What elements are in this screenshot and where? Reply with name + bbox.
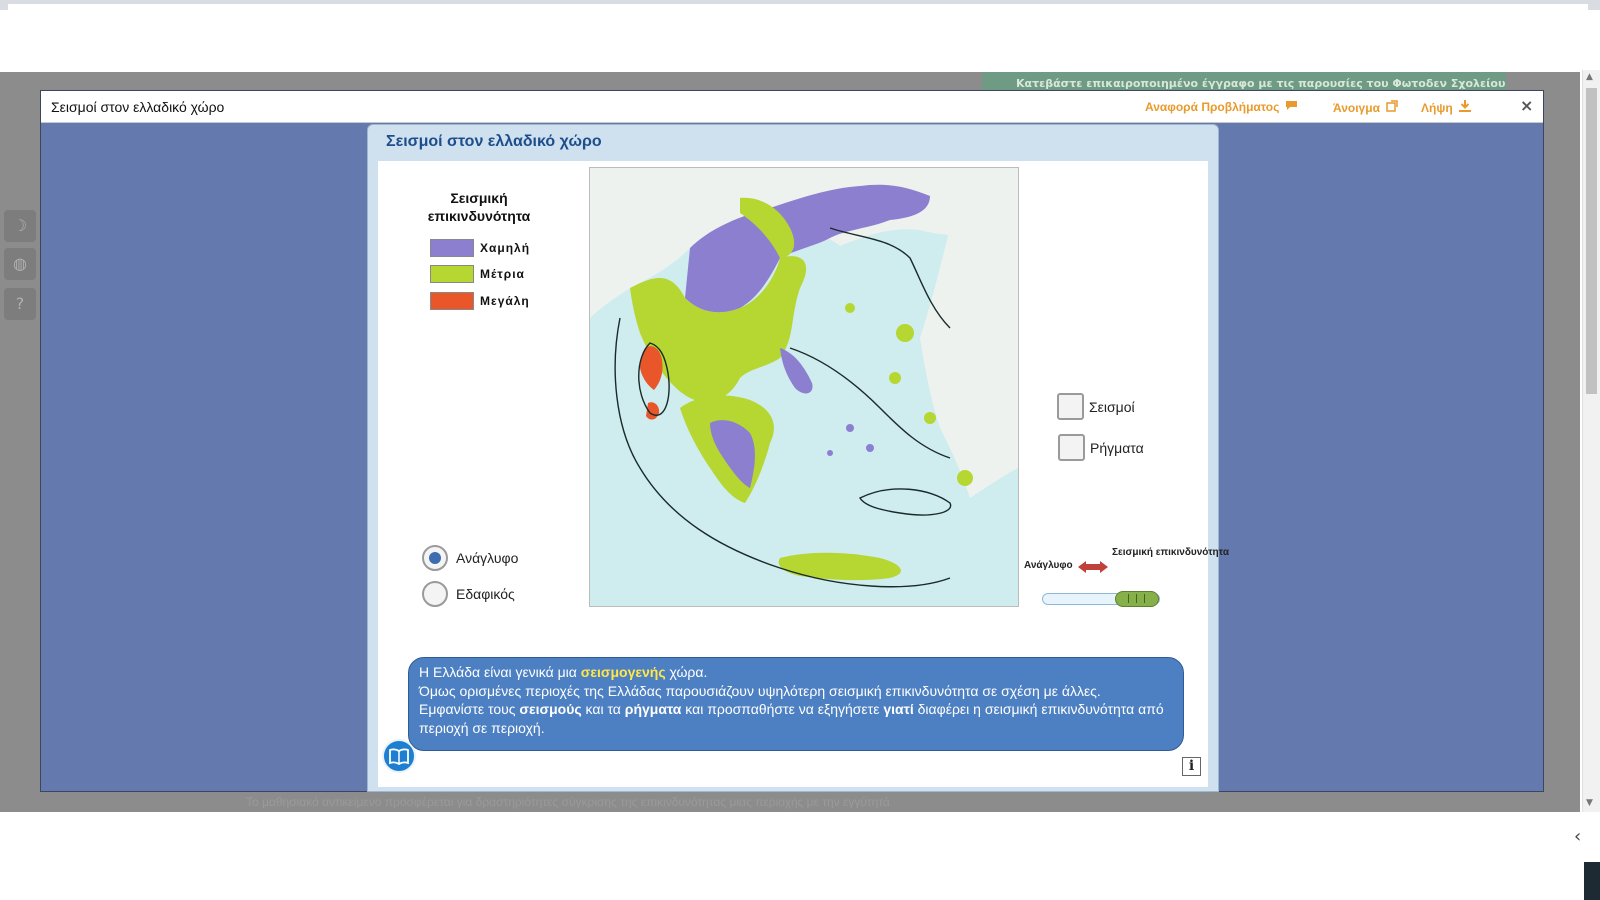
- bg-footer-text: Το μαθησιακό αντικείμενο προσφέρεται για…: [246, 795, 890, 809]
- info-bold-why: γιατί: [883, 701, 914, 717]
- app-panel: Σεισμοί στον ελλαδικό χώρο Σεισμική επικ…: [367, 124, 1230, 792]
- open-button[interactable]: Άνοιγμα: [1333, 100, 1398, 115]
- download-icon: [1458, 100, 1471, 115]
- info-line-3-e: και προσπαθήστε να εξηγήσετε: [681, 701, 884, 717]
- external-window-icon: [1386, 100, 1398, 115]
- faults-checkbox-label: Ρήγματα: [1090, 440, 1144, 456]
- download-button[interactable]: Λήψη: [1421, 100, 1471, 115]
- map-island-rhodes: [957, 470, 973, 486]
- scroll-down-icon[interactable]: ▼: [1586, 798, 1593, 808]
- scrollbar-thumb[interactable]: [1586, 88, 1597, 394]
- bg-header-area: [8, 4, 1588, 72]
- bg-bottom-area: [0, 812, 1580, 900]
- chevron-left-icon[interactable]: ‹: [1574, 826, 1581, 847]
- seismic-map-svg: [590, 168, 1018, 606]
- app-stage: Σεισμική επικινδυνότητα Χαμηλή Μέτρια Με…: [378, 161, 1230, 787]
- map-island-chios: [889, 372, 901, 384]
- legend-title: Σεισμική επικινδυνότητα: [427, 190, 531, 224]
- overlay-title: Σεισμοί στον ελλαδικό χώρο: [51, 99, 225, 115]
- info-line-3-c: και τα: [581, 701, 625, 717]
- info-text-box: Η Ελλάδα είναι γενικά μια σεισμογενής χώ…: [408, 657, 1184, 751]
- legend-swatch-low: [430, 239, 474, 257]
- bg-globe-icon: ◍: [4, 248, 36, 280]
- side-tab[interactable]: [1584, 862, 1600, 900]
- scroll-up-icon[interactable]: ▲: [1586, 72, 1593, 82]
- app-title: Σεισμοί στον ελλαδικό χώρο: [386, 133, 602, 150]
- report-problem-button[interactable]: Αναφορά Προβλήματος: [1145, 100, 1298, 114]
- close-icon[interactable]: ×: [1520, 96, 1533, 115]
- legend-label-medium: Μέτρια: [480, 267, 525, 281]
- info-line-1-pre: Η Ελλάδα είναι γενικά μια: [419, 664, 581, 680]
- report-problem-label: Αναφορά Προβλήματος: [1145, 100, 1280, 114]
- map-island-cyclades-b: [866, 444, 874, 452]
- info-highlight-seismogenic: σεισμογενής: [580, 664, 666, 680]
- open-label: Άνοιγμα: [1333, 101, 1380, 115]
- legend-swatch-medium: [430, 265, 474, 283]
- open-book-icon: [389, 748, 409, 766]
- radio-relief-label: Ανάγλυφο: [456, 550, 519, 566]
- bg-moon-icon: ☽: [4, 210, 36, 242]
- resource-overlay: Σεισμοί στον ελλαδικό χώρο Αναφορά Προβλ…: [40, 90, 1544, 792]
- legend-swatch-high: [430, 292, 474, 310]
- info-bold-faults: ρήγματα: [624, 701, 682, 717]
- slider-left-label: Ανάγλυφο: [1024, 560, 1073, 571]
- earthquakes-checkbox-box[interactable]: [1057, 393, 1084, 420]
- radio-relief-indicator[interactable]: [422, 545, 448, 571]
- info-icon[interactable]: i: [1182, 757, 1201, 776]
- map-island-cyclades-a: [846, 424, 854, 432]
- map-island-lesvos: [896, 324, 914, 342]
- overlay-header: Σεισμοί στον ελλαδικό χώρο Αναφορά Προβλ…: [41, 91, 1543, 123]
- radio-terrain-indicator[interactable]: [422, 581, 448, 607]
- download-label: Λήψη: [1421, 101, 1453, 115]
- earthquakes-checkbox-label: Σεισμοί: [1089, 399, 1135, 415]
- seismic-map: [589, 167, 1019, 607]
- map-island-lemnos: [845, 303, 855, 313]
- info-line-2: Όμως ορισμένες περιοχές της Ελλάδας παρο…: [419, 682, 1101, 699]
- info-line-3-a: Εμφανίστε τους: [419, 701, 520, 717]
- bg-help-icon: ?: [4, 288, 36, 320]
- radio-terrain-label: Εδαφικός: [456, 586, 515, 602]
- speech-bubble-icon: [1285, 100, 1298, 114]
- slider-right-label: Σεισμική επικινδυνότητα: [1112, 547, 1230, 558]
- slider-handle[interactable]: | | |: [1115, 591, 1159, 607]
- legend-label-low: Χαμηλή: [480, 241, 531, 255]
- map-island-samos: [924, 412, 936, 424]
- info-line-3: Εμφανίστε τους σεισμούς και τα ρήγματα κ…: [419, 700, 1173, 737]
- map-blend-slider[interactable]: | | |: [1042, 591, 1160, 607]
- legend-label-high: Μεγάλη: [480, 294, 530, 308]
- info-bold-earthquakes: σεισμούς: [519, 701, 582, 717]
- double-arrow-icon: [1078, 559, 1108, 578]
- info-line-1: Η Ελλάδα είναι γενικά μια σεισμογενής χώ…: [419, 663, 1173, 682]
- map-island-cyclades-c: [827, 450, 833, 456]
- info-line-1-post: χώρα.: [665, 664, 708, 680]
- page-scrollbar[interactable]: ▲ ▼: [1582, 70, 1600, 812]
- book-button[interactable]: [382, 739, 416, 773]
- faults-checkbox-box[interactable]: [1058, 434, 1085, 461]
